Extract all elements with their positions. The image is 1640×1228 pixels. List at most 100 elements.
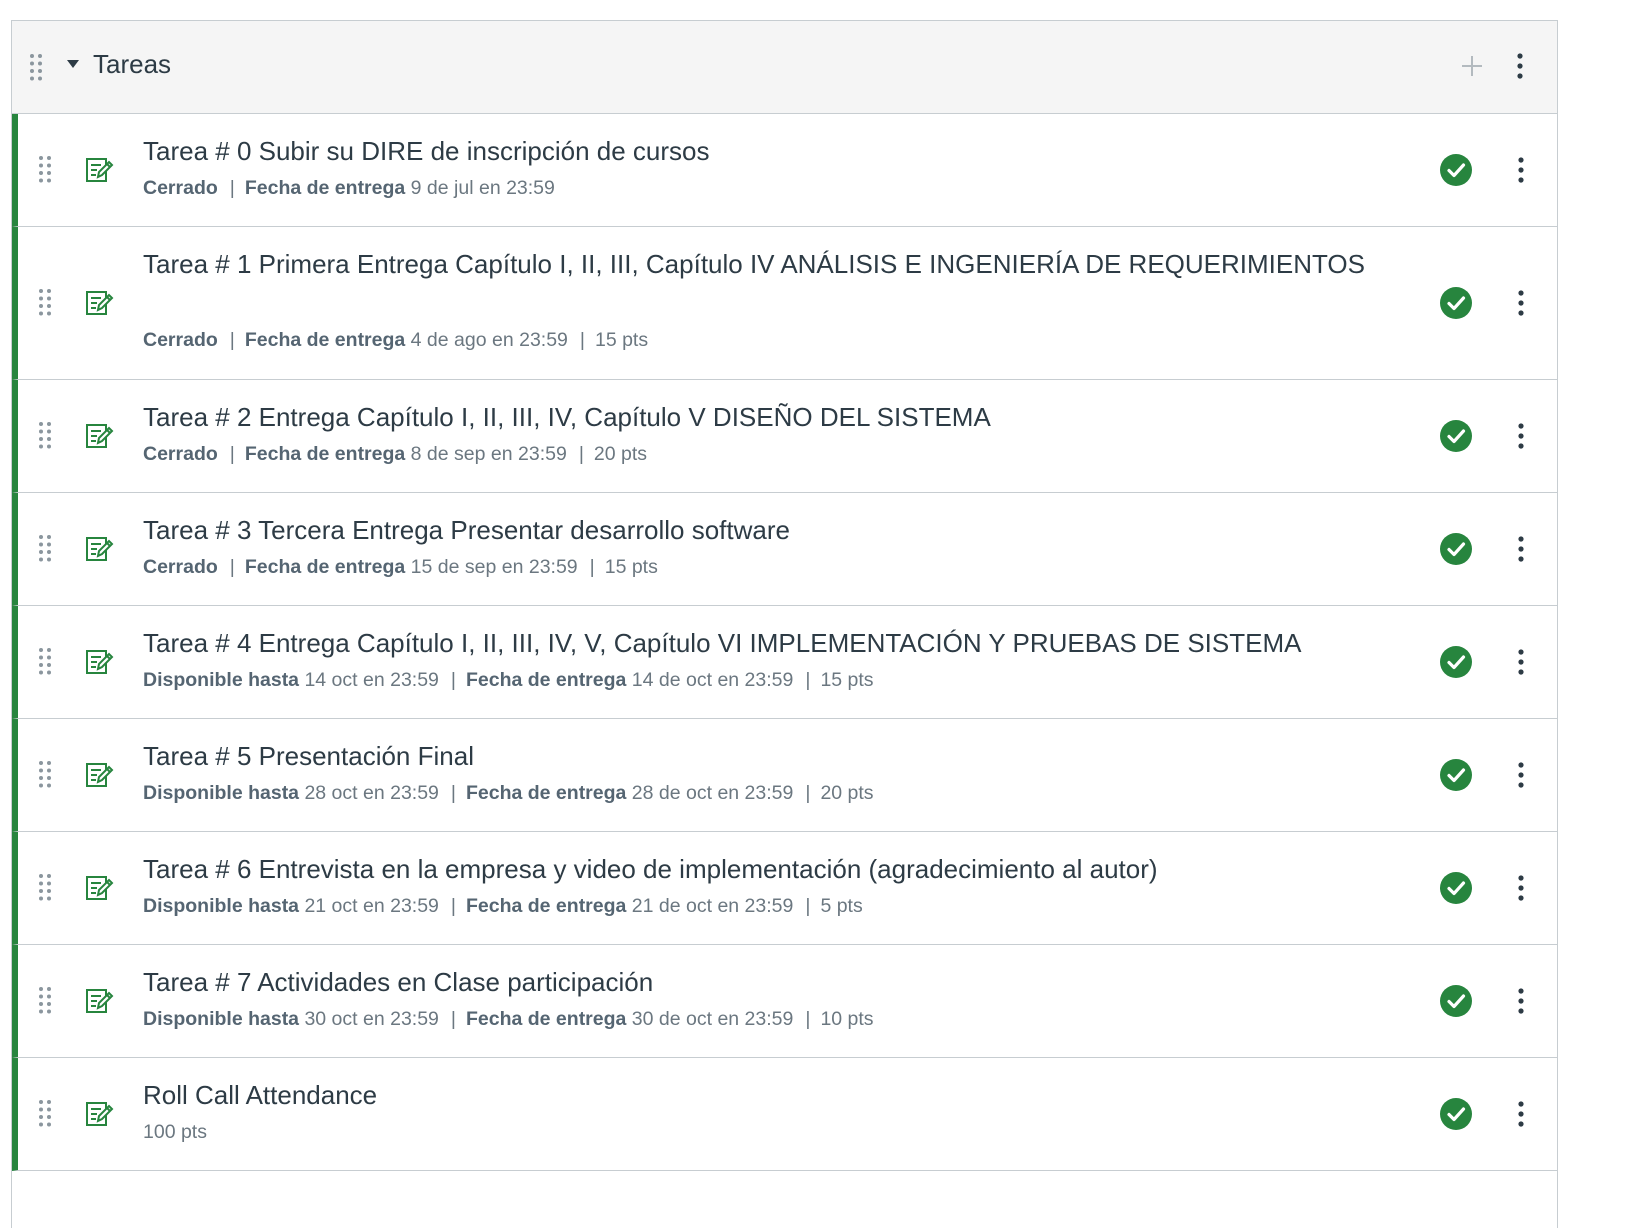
plus-icon[interactable] [1459, 53, 1485, 79]
published-check-icon[interactable] [1440, 646, 1472, 678]
due-date-label: Fecha de entrega [244, 556, 406, 578]
item-title-link[interactable]: Roll Call Attendance [143, 1080, 377, 1111]
module-item-row[interactable]: Tarea # 6 Entrevista en la empresa y vid… [12, 832, 1557, 945]
available-until-value: 30 oct en 23:59 [304, 1008, 439, 1030]
meta-separator: | [578, 443, 584, 465]
due-date-label: Fecha de entrega [465, 782, 627, 804]
item-points: 5 pts [820, 895, 863, 917]
available-until-label: Disponible hasta [143, 782, 300, 804]
meta-separator: | [805, 895, 811, 917]
item-status: Cerrado [143, 443, 218, 465]
item-status: Cerrado [143, 329, 218, 351]
item-points: 100 pts [143, 1121, 207, 1143]
due-date-label: Fecha de entrega [244, 329, 406, 351]
item-meta: Cerrado | Fecha de entrega 9 de jul en 23:… [143, 177, 555, 200]
published-check-icon[interactable] [1440, 985, 1472, 1017]
item-meta: 100 pts [143, 1121, 207, 1144]
due-date-value: 14 de oct en 23:59 [631, 669, 794, 691]
caret-down-icon[interactable] [66, 57, 80, 71]
drag-handle-icon[interactable] [33, 985, 57, 1015]
kebab-menu-icon[interactable] [1510, 49, 1530, 83]
due-date-value: 30 de oct en 23:59 [631, 1008, 794, 1030]
kebab-menu-icon[interactable] [1511, 645, 1531, 679]
kebab-menu-icon[interactable] [1511, 871, 1531, 905]
item-title-link[interactable]: Tarea # 7 Actividades en Clase participa… [143, 967, 653, 998]
meta-separator: | [589, 556, 595, 578]
meta-separator: | [229, 556, 235, 578]
item-points: 10 pts [820, 1008, 874, 1030]
item-points: 15 pts [820, 669, 874, 691]
module-item-row[interactable]: Tarea # 0 Subir su DIRE de inscripción d… [12, 114, 1557, 227]
module-item-row[interactable]: Tarea # 7 Actividades en Clase participa… [12, 945, 1557, 1058]
available-until-label: Disponible hasta [143, 895, 300, 917]
item-title-link[interactable]: Tarea # 1 Primera Entrega Capítulo I, II… [143, 249, 1365, 280]
kebab-menu-icon[interactable] [1511, 532, 1531, 566]
published-check-icon[interactable] [1440, 533, 1472, 565]
item-meta: Disponible hasta 30 oct en 23:59 | Fecha d… [143, 1008, 874, 1031]
published-check-icon[interactable] [1440, 154, 1472, 186]
drag-handle-icon[interactable] [33, 287, 57, 317]
item-points: 15 pts [594, 329, 649, 351]
due-date-value: 9 de jul en 23:59 [410, 177, 555, 199]
kebab-menu-icon[interactable] [1511, 758, 1531, 792]
item-points: 20 pts [820, 782, 874, 804]
due-date-label: Fecha de entrega [465, 669, 627, 691]
item-title-link[interactable]: Tarea # 6 Entrevista en la empresa y vid… [143, 854, 1158, 885]
kebab-menu-icon[interactable] [1511, 984, 1531, 1018]
assignment-icon [84, 288, 114, 318]
drag-handle-icon[interactable] [33, 154, 57, 184]
kebab-menu-icon[interactable] [1511, 286, 1531, 320]
assignment-icon [84, 534, 114, 564]
published-check-icon[interactable] [1440, 420, 1472, 452]
module-item-row[interactable]: Tarea # 3 Tercera Entrega Presentar desa… [12, 493, 1557, 606]
module-item-row[interactable]: Roll Call Attendance 100 pts [12, 1058, 1557, 1171]
drag-handle-icon[interactable] [33, 533, 57, 563]
kebab-menu-icon[interactable] [1511, 153, 1531, 187]
module-item-row[interactable]: Tarea # 4 Entrega Capítulo I, II, III, I… [12, 606, 1557, 719]
kebab-menu-icon[interactable] [1511, 1097, 1531, 1131]
meta-separator: | [805, 1008, 811, 1030]
item-meta: Disponible hasta 21 oct en 23:59 | Fecha d… [143, 895, 863, 918]
drag-handle-icon[interactable] [33, 420, 57, 450]
assignment-icon [84, 155, 114, 185]
module-items-list: Tarea # 0 Subir su DIRE de inscripción d… [12, 114, 1557, 1171]
item-title-link[interactable]: Tarea # 0 Subir su DIRE de inscripción d… [143, 136, 710, 167]
module-title: Tareas [93, 49, 172, 79]
item-status: Cerrado [143, 556, 218, 578]
due-date-value: 15 de sep en 23:59 [410, 556, 578, 578]
available-until-value: 14 oct en 23:59 [304, 669, 439, 691]
item-title-link[interactable]: Tarea # 5 Presentación Final [143, 741, 474, 772]
item-points: 15 pts [604, 556, 658, 578]
module-header[interactable]: Tareas [12, 21, 1557, 114]
due-date-label: Fecha de entrega [244, 443, 406, 465]
item-meta: Cerrado | Fecha de entrega 15 de sep en 23… [143, 556, 658, 579]
drag-handle-icon[interactable] [33, 646, 57, 676]
item-title-link[interactable]: Tarea # 4 Entrega Capítulo I, II, III, I… [143, 628, 1301, 659]
available-until-value: 21 oct en 23:59 [304, 895, 439, 917]
item-meta: Cerrado | Fecha de entrega 8 de sep en 23:… [143, 443, 647, 466]
assignment-icon [84, 760, 114, 790]
item-meta: Disponible hasta 14 oct en 23:59 | Fecha d… [143, 669, 874, 692]
module-item-row[interactable]: Tarea # 2 Entrega Capítulo I, II, III, I… [12, 380, 1557, 493]
due-date-label: Fecha de entrega [465, 1008, 627, 1030]
module-tareas: Tareas Tarea # 0 Subir su DIRE de inscri… [11, 20, 1558, 1228]
published-check-icon[interactable] [1440, 1098, 1472, 1130]
meta-separator: | [450, 895, 456, 917]
kebab-menu-icon[interactable] [1511, 419, 1531, 453]
meta-separator: | [229, 443, 235, 465]
drag-handle-icon[interactable] [33, 872, 57, 902]
module-item-row[interactable]: Tarea # 1 Primera Entrega Capítulo I, II… [12, 227, 1557, 380]
published-check-icon[interactable] [1440, 872, 1472, 904]
published-check-icon[interactable] [1440, 759, 1472, 791]
due-date-value: 4 de ago en 23:59 [410, 329, 568, 351]
published-check-icon[interactable] [1440, 287, 1472, 319]
item-title-link[interactable]: Tarea # 2 Entrega Capítulo I, II, III, I… [143, 402, 991, 433]
item-title-link[interactable]: Tarea # 3 Tercera Entrega Presentar desa… [143, 515, 790, 546]
module-item-row[interactable]: Tarea # 5 Presentación Final Disponible h… [12, 719, 1557, 832]
meta-separator: | [805, 782, 811, 804]
drag-handle-icon[interactable] [24, 52, 48, 82]
drag-handle-icon[interactable] [33, 1098, 57, 1128]
meta-separator: | [229, 177, 235, 199]
drag-handle-icon[interactable] [33, 759, 57, 789]
assignment-icon [84, 647, 114, 677]
